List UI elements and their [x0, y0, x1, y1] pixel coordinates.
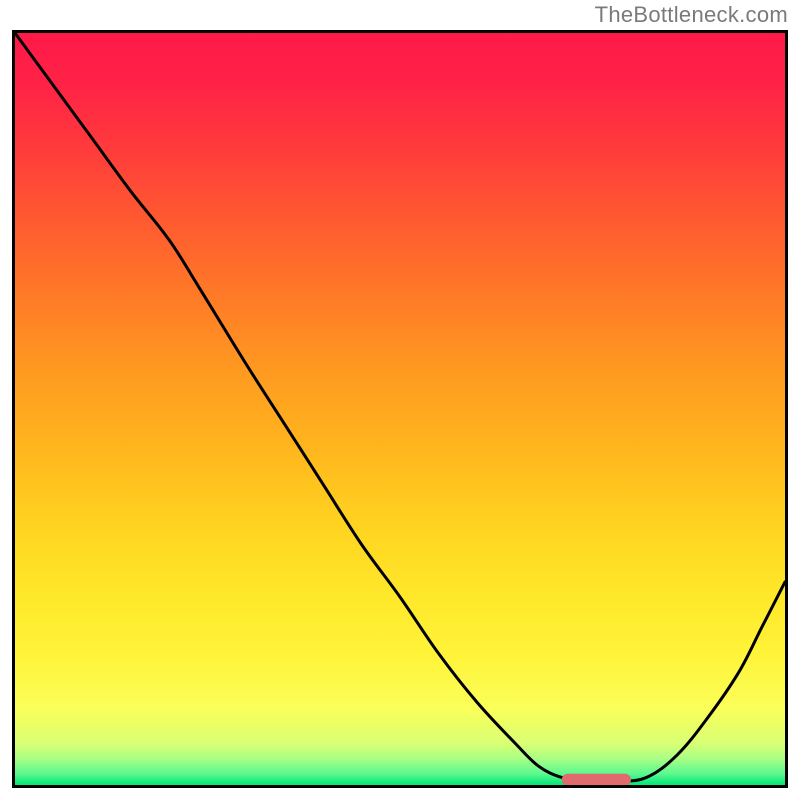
attribution-watermark: TheBottleneck.com	[595, 2, 788, 28]
bottleneck-chart	[12, 30, 788, 788]
optimal-range-marker	[562, 774, 631, 786]
chart-frame	[12, 30, 788, 788]
gradient-backdrop	[15, 33, 785, 785]
